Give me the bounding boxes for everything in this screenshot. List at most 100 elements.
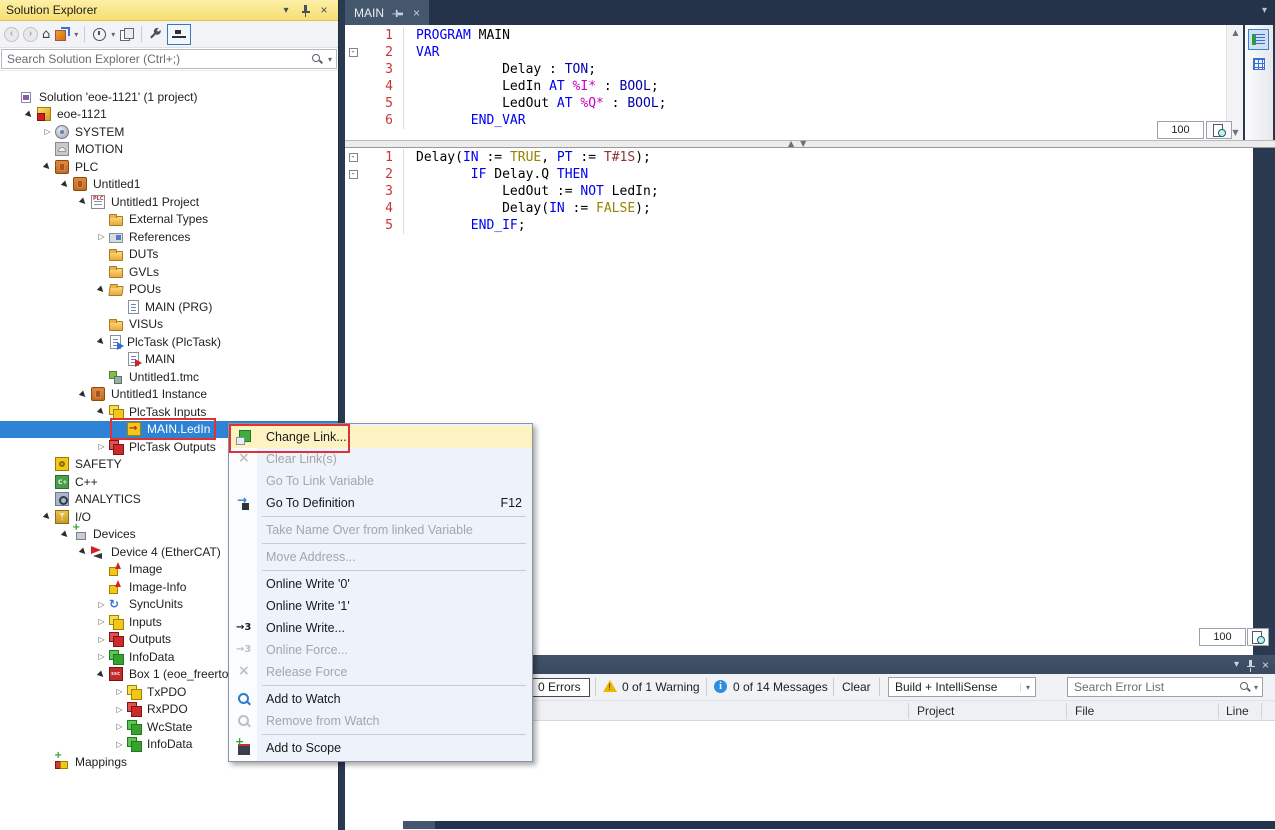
tree-item[interactable]: ▷References — [0, 228, 338, 246]
pending-filter-icon[interactable] — [91, 27, 107, 42]
messages-filter-button[interactable]: 0 of 14 Messages — [733, 678, 828, 694]
close-icon[interactable]: × — [413, 7, 420, 19]
properties-icon[interactable] — [148, 27, 163, 42]
tree-item[interactable]: MAIN — [0, 351, 338, 369]
column-separator[interactable] — [1066, 703, 1067, 719]
error-list-search-input[interactable]: Search Error List ▾ — [1067, 677, 1263, 697]
collapsed-arrow-icon[interactable]: ▷ — [112, 722, 127, 731]
tree-item[interactable]: GVLs — [0, 263, 338, 281]
tree-item[interactable]: ▶PlcTask (PlcTask) — [0, 333, 338, 351]
expanded-arrow-icon[interactable]: ▶ — [21, 106, 38, 123]
zoom-button[interactable] — [1206, 121, 1232, 139]
pin-icon[interactable] — [1245, 659, 1256, 671]
code-line[interactable]: -2VAR — [345, 44, 1243, 61]
column-separator[interactable] — [1261, 703, 1262, 719]
collapsed-arrow-icon[interactable]: ▷ — [112, 740, 127, 749]
collapsed-arrow-icon[interactable]: ▷ — [94, 600, 109, 609]
code-line[interactable]: 6 END_VAR — [345, 112, 1243, 129]
menu-item[interactable]: Add to Scope — [229, 737, 532, 759]
scroll-up-icon[interactable]: ▲ — [1227, 28, 1244, 37]
tree-item[interactable]: Untitled1.tmc — [0, 368, 338, 386]
code-line[interactable]: 4 LedIn AT %I* : BOOL; — [345, 78, 1243, 95]
warnings-filter-button[interactable]: 0 of 1 Warning — [622, 678, 700, 694]
tree-item[interactable]: ▶POUs — [0, 281, 338, 299]
menu-item[interactable]: Add to Watch — [229, 688, 532, 710]
window-position-icon[interactable]: ▾ — [1234, 659, 1239, 670]
chevron-down-icon[interactable]: ▾ — [111, 30, 115, 39]
code-pane-declarations[interactable]: 1PROGRAM MAIN-2VAR3 Delay : TON;4 LedIn … — [345, 25, 1243, 140]
tree-item[interactable]: VISUs — [0, 316, 338, 334]
collapsed-arrow-icon[interactable]: ▷ — [94, 442, 109, 451]
chevron-down-icon[interactable]: ▾ — [1252, 683, 1262, 692]
column-separator[interactable] — [1218, 703, 1219, 719]
collapsed-arrow-icon[interactable]: ▷ — [94, 635, 109, 644]
fold-marker[interactable]: - — [345, 44, 361, 61]
menu-item[interactable]: Change Link... — [229, 426, 532, 448]
tree-item[interactable]: ▶PlcTask Inputs — [0, 403, 338, 421]
menu-item[interactable]: Online Write '0' — [229, 573, 532, 595]
scope-to-this-icon[interactable] — [54, 27, 70, 42]
collapsed-arrow-icon[interactable]: ▷ — [94, 652, 109, 661]
code-line[interactable]: 3 Delay : TON; — [345, 61, 1243, 78]
tab-main[interactable]: MAIN × — [345, 0, 429, 25]
code-line[interactable]: -2 IF Delay.Q THEN — [345, 166, 1253, 183]
tab-list-chevron-icon[interactable]: ▾ — [1262, 5, 1267, 16]
window-position-icon[interactable]: ▾ — [278, 3, 294, 18]
tree-item[interactable]: ▶Untitled1 Project — [0, 193, 338, 211]
column-header-project[interactable]: Project — [917, 704, 954, 718]
close-icon[interactable]: × — [1262, 658, 1269, 672]
sync-with-active-document-icon[interactable] — [119, 27, 135, 42]
column-header-file[interactable]: File — [1075, 704, 1094, 718]
collapsed-arrow-icon[interactable]: ▷ — [112, 705, 127, 714]
code-line[interactable]: 5 END_IF; — [345, 217, 1253, 234]
back-icon[interactable]: ‹ — [4, 27, 19, 42]
zoom-level-field[interactable]: 100 — [1199, 628, 1246, 646]
zoom-level-field[interactable]: 100 — [1157, 121, 1204, 139]
expanded-arrow-icon[interactable]: ▶ — [39, 508, 56, 525]
tree-item[interactable]: ▷SYSTEM — [0, 123, 338, 141]
tree-item[interactable]: ▶Untitled1 — [0, 176, 338, 194]
collapsed-arrow-icon[interactable]: ▷ — [112, 687, 127, 696]
pin-icon[interactable] — [297, 3, 313, 18]
clear-button[interactable]: Clear — [842, 678, 871, 694]
expanded-arrow-icon[interactable]: ▶ — [75, 386, 92, 403]
collapse-box-icon[interactable]: - — [349, 170, 358, 179]
tree-item[interactable]: ▶eoe-1121 — [0, 106, 338, 124]
chevron-down-icon[interactable]: ▾ — [324, 55, 336, 64]
code-line[interactable]: 3 LedOut := NOT LedIn; — [345, 183, 1253, 200]
collapsed-arrow-icon[interactable]: ▷ — [40, 127, 55, 136]
expanded-arrow-icon[interactable]: ▶ — [93, 333, 110, 350]
menu-item[interactable]: Go To DefinitionF12 — [229, 492, 532, 514]
tree-item[interactable]: ▶Untitled1 Instance — [0, 386, 338, 404]
tree-item[interactable]: External Types — [0, 211, 338, 229]
code-line[interactable]: -1Delay(IN := TRUE, PT := T#1S); — [345, 149, 1253, 166]
code-line[interactable]: 1PROGRAM MAIN — [345, 27, 1243, 44]
menu-item[interactable]: Online Write... — [229, 617, 532, 639]
text-view-button[interactable] — [1248, 29, 1269, 50]
filter-dropdown[interactable]: Build + IntelliSense ▾ — [888, 677, 1036, 697]
chevron-down-icon[interactable]: ▾ — [74, 30, 78, 39]
collapse-box-icon[interactable]: - — [349, 153, 358, 162]
search-input[interactable]: Search Solution Explorer (Ctrl+;) ▾ — [1, 49, 337, 69]
collapsed-arrow-icon[interactable]: ▷ — [94, 617, 109, 626]
pane-splitter[interactable]: ▲▼ — [345, 140, 1275, 148]
menu-item[interactable]: Online Write '1' — [229, 595, 532, 617]
close-icon[interactable]: × — [316, 3, 332, 18]
preview-selected-items-toggle[interactable] — [167, 24, 191, 45]
expanded-arrow-icon[interactable]: ▶ — [75, 193, 92, 210]
errors-filter-button[interactable]: 0 Errors — [529, 678, 590, 697]
expanded-arrow-icon[interactable]: ▶ — [57, 176, 74, 193]
expanded-arrow-icon[interactable]: ▶ — [93, 403, 110, 420]
forward-icon[interactable]: › — [23, 27, 38, 42]
zoom-button[interactable] — [1247, 628, 1269, 646]
expanded-arrow-icon[interactable]: ▶ — [39, 158, 56, 175]
column-header-line[interactable]: Line — [1226, 704, 1249, 718]
fold-marker[interactable]: - — [345, 149, 361, 166]
search-icon[interactable] — [1239, 681, 1252, 694]
tree-item[interactable]: MOTION — [0, 141, 338, 159]
home-icon[interactable]: ⌂ — [42, 27, 50, 42]
splitter-arrows-icon[interactable]: ▲▼ — [788, 139, 812, 148]
search-icon[interactable] — [311, 53, 324, 66]
tree-item[interactable]: MAIN (PRG) — [0, 298, 338, 316]
table-view-button[interactable] — [1248, 53, 1269, 74]
